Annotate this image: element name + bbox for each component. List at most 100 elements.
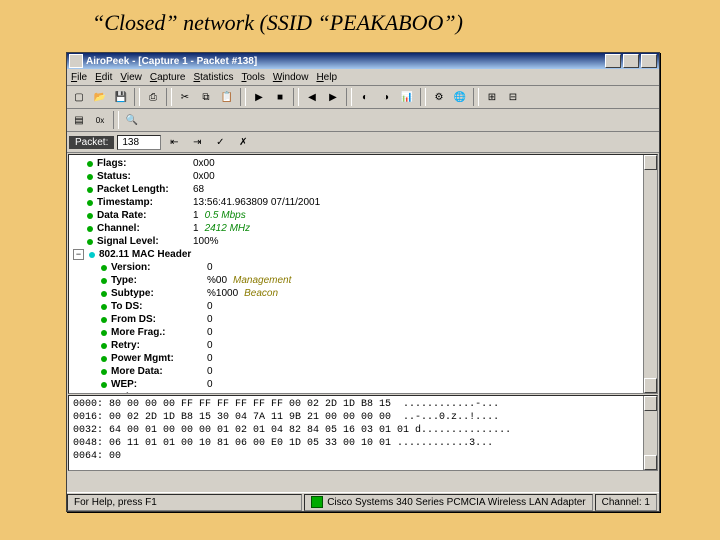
menu-tools[interactable]: Tools <box>241 72 264 83</box>
menu-help[interactable]: Help <box>316 72 337 83</box>
field-chan-val: 1 <box>193 222 199 235</box>
layout1-icon[interactable]: ▤ <box>69 110 89 130</box>
start-capture-icon[interactable]: ▶ <box>249 87 269 107</box>
menu-statistics[interactable]: Statistics <box>193 72 233 83</box>
bullet-icon <box>99 328 108 337</box>
hex-pane: 0000: 80 00 00 00 FF FF FF FF FF FF 00 0… <box>68 395 658 471</box>
field-status-val: 0x00 <box>193 170 215 183</box>
field-type-ext: Management <box>233 274 291 287</box>
field-rate-key: Data Rate: <box>97 209 193 222</box>
opt1-icon[interactable]: ⊞ <box>482 87 502 107</box>
globe-icon[interactable]: 🌐 <box>450 87 470 107</box>
chart-icon[interactable]: 📊 <box>397 87 417 107</box>
unmark-icon[interactable]: ✗ <box>233 132 253 152</box>
bullet-icon <box>99 354 108 363</box>
field-flags-val: 0x00 <box>193 157 215 170</box>
menubar: File Edit View Capture Statistics Tools … <box>67 69 659 86</box>
window-title: AiroPeek - [Capture 1 - Packet #138] <box>86 56 603 67</box>
bullet-icon <box>99 315 108 324</box>
menu-capture[interactable]: Capture <box>150 72 186 83</box>
field-fromds-key: From DS: <box>111 313 207 326</box>
field-tods-val: 0 <box>207 300 213 313</box>
bullet-icon <box>85 198 94 207</box>
field-wep-key: WEP: <box>111 378 207 391</box>
tool-a-icon[interactable]: ◐ <box>355 87 375 107</box>
layout2-icon[interactable]: 0x <box>90 110 110 130</box>
bullet-icon <box>99 289 108 298</box>
packet-number[interactable]: 138 <box>117 135 161 150</box>
cut-icon[interactable]: ✂ <box>175 87 195 107</box>
field-flags-key: Flags: <box>97 157 193 170</box>
field-sig-val: 100% <box>193 235 219 248</box>
field-type-val: %00 <box>207 274 227 287</box>
collapse-icon[interactable]: − <box>73 249 84 260</box>
mark-icon[interactable]: ✓ <box>210 132 230 152</box>
goto-prev-icon[interactable]: ⇤ <box>164 132 184 152</box>
field-hdr-key: 802.11 MAC Header <box>99 248 191 261</box>
stop-capture-icon[interactable]: ■ <box>270 87 290 107</box>
field-pwr-val: 0 <box>207 352 213 365</box>
decode-pane: Flags:0x00 Status:0x00 Packet Length:68 … <box>68 154 658 394</box>
new-icon[interactable]: ▢ <box>69 87 89 107</box>
field-retry-key: Retry: <box>111 339 207 352</box>
menu-file[interactable]: File <box>71 72 87 83</box>
zoom-icon[interactable]: 🔍 <box>122 110 142 130</box>
field-more-val: 0 <box>207 365 213 378</box>
bullet-icon <box>99 393 108 394</box>
save-icon[interactable]: 💾 <box>111 87 131 107</box>
bullet-icon <box>85 159 94 168</box>
opt2-icon[interactable]: ⊟ <box>503 87 523 107</box>
field-frag-key: More Frag.: <box>111 326 207 339</box>
hex-dump: 0000: 80 00 00 00 FF FF FF FF FF FF 00 0… <box>69 396 657 465</box>
paste-icon[interactable]: 📋 <box>217 87 237 107</box>
bullet-icon <box>99 276 108 285</box>
field-rate-ext: 0.5 Mbps <box>205 209 246 222</box>
maximize-button[interactable] <box>623 54 639 68</box>
menu-edit[interactable]: Edit <box>95 72 112 83</box>
packet-bar: Packet: 138 ⇤ ⇥ ✓ ✗ <box>67 132 659 153</box>
field-rate-val: 1 <box>193 209 199 222</box>
field-subtype-val: %1000 <box>207 287 238 300</box>
titlebar: AiroPeek - [Capture 1 - Packet #138] <box>67 53 659 69</box>
field-status-key: Status: <box>97 170 193 183</box>
close-button[interactable] <box>641 54 657 68</box>
gear-icon[interactable]: ⚙ <box>429 87 449 107</box>
menu-view[interactable]: View <box>120 72 142 83</box>
goto-next-icon[interactable]: ⇥ <box>187 132 207 152</box>
app-window: AiroPeek - [Capture 1 - Packet #138] Fil… <box>66 52 660 512</box>
print-icon[interactable]: ⎙ <box>143 87 163 107</box>
field-wep-val: 0 <box>207 378 213 391</box>
app-icon <box>69 54 83 68</box>
field-ver-val: 0 <box>207 261 213 274</box>
tool-b-icon[interactable]: ◑ <box>376 87 396 107</box>
field-sig-key: Signal Level: <box>97 235 193 248</box>
toolbar-1: ▢ 📂 💾 ⎙ ✂ ⧉ 📋 ▶ ■ ◀ ▶ ◐ ◑ 📊 ⚙ 🌐 ⊞ ⊟ <box>67 86 659 109</box>
next-icon[interactable]: ▶ <box>323 87 343 107</box>
menu-window[interactable]: Window <box>273 72 309 83</box>
field-fromds-val: 0 <box>207 313 213 326</box>
copy-icon[interactable]: ⧉ <box>196 87 216 107</box>
field-plen-val: 68 <box>193 183 204 196</box>
minimize-button[interactable] <box>605 54 621 68</box>
led-icon <box>311 496 323 508</box>
bullet-icon <box>85 224 94 233</box>
bullet-icon <box>85 237 94 246</box>
scrollbar[interactable] <box>643 396 657 470</box>
field-frag-val: 0 <box>207 326 213 339</box>
prev-icon[interactable]: ◀ <box>302 87 322 107</box>
field-type-key: Type: <box>111 274 207 287</box>
scrollbar[interactable] <box>643 155 657 393</box>
field-ver-key: Version: <box>111 261 207 274</box>
field-ts-val: 13:56:41.963809 07/11/2001 <box>193 196 320 209</box>
field-tods-key: To DS: <box>111 300 207 313</box>
slide-title: “Closed” network (SSID “PEAKABOO”) <box>0 0 720 42</box>
field-plen-key: Packet Length: <box>97 183 193 196</box>
toolbar-2: ▤ 0x 🔍 <box>67 109 659 132</box>
field-chan-ext: 2412 MHz <box>205 222 251 235</box>
field-more-key: More Data: <box>111 365 207 378</box>
field-order-val: 0 <box>207 391 213 394</box>
bullet-icon <box>99 380 108 389</box>
open-icon[interactable]: 📂 <box>90 87 110 107</box>
field-retry-val: 0 <box>207 339 213 352</box>
bullet-icon <box>99 263 108 272</box>
